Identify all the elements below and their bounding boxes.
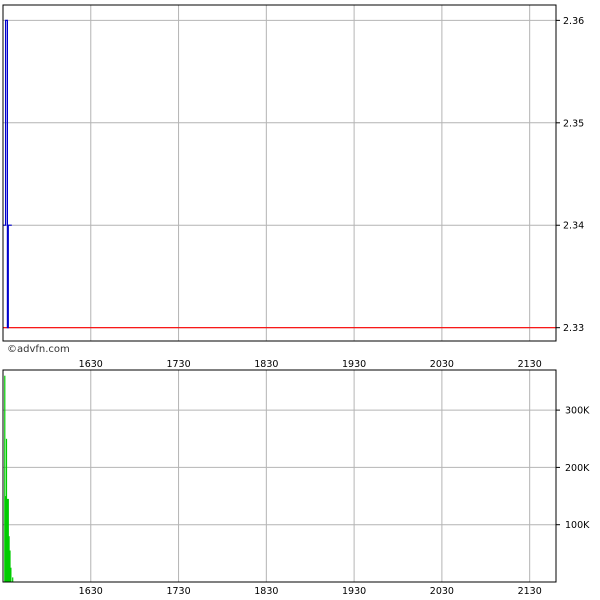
price-y-tick-label: 2.35: [563, 118, 584, 129]
price-y-tick-label: 2.33: [563, 323, 584, 334]
volume-x-tick-label: 1830: [254, 586, 278, 597]
price-y-tick-label: 2.36: [563, 16, 584, 27]
price-x-tick-label: 1730: [166, 359, 190, 370]
volume-y-tick-label: 200K: [565, 463, 590, 474]
price-x-tick-label: 1830: [254, 359, 278, 370]
volume-x-tick-label: 1930: [342, 586, 366, 597]
price-x-tick-label: 1930: [342, 359, 366, 370]
volume-bar: [12, 577, 14, 582]
price-x-tick-label: 2030: [430, 359, 454, 370]
volume-y-tick-label: 100K: [565, 520, 590, 531]
volume-x-tick-label: 1630: [79, 586, 103, 597]
volume-x-tick-label: 2030: [430, 586, 454, 597]
stock-chart: 2.36 2.35 2.34 2.33 ©advfn.com 1630 1730 1830…: [0, 0, 600, 600]
chart-background: [0, 0, 600, 600]
volume-x-tick-label: 2130: [518, 586, 542, 597]
price-y-tick-label: 2.34: [563, 221, 584, 232]
volume-y-tick-label: 300K: [565, 406, 590, 417]
price-x-tick-label: 1630: [79, 359, 103, 370]
volume-bar: [10, 567, 12, 582]
watermark-text: ©advfn.com: [7, 344, 70, 355]
price-x-tick-label: 2130: [518, 359, 542, 370]
volume-x-tick-label: 1730: [166, 586, 190, 597]
